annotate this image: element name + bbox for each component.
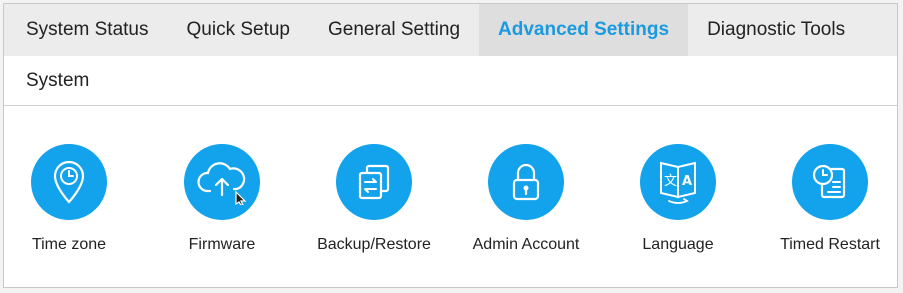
language-book-icon: 文 A bbox=[640, 144, 716, 220]
firmware-item[interactable]: Firmware bbox=[147, 144, 297, 254]
cloud-upload-icon bbox=[184, 144, 260, 220]
admin-account-label: Admin Account bbox=[472, 236, 580, 253]
backup-restore-icon bbox=[336, 144, 412, 220]
admin-account-item[interactable]: Admin Account bbox=[451, 144, 601, 254]
svg-text:文: 文 bbox=[664, 174, 677, 189]
timed-restart-item[interactable]: Timed Restart bbox=[755, 144, 903, 254]
language-label: Language bbox=[642, 236, 714, 253]
tab-general-setting[interactable]: General Setting bbox=[309, 4, 479, 56]
top-tab-bar: System Status Quick Setup General Settin… bbox=[4, 4, 897, 57]
section-header: System bbox=[4, 56, 897, 106]
backup-restore-label: Backup/Restore bbox=[317, 236, 431, 253]
time-zone-item[interactable]: Time zone bbox=[0, 144, 144, 254]
timed-restart-label: Timed Restart bbox=[780, 236, 880, 253]
backup-restore-item[interactable]: Backup/Restore bbox=[299, 144, 449, 254]
settings-panel: System Status Quick Setup General Settin… bbox=[3, 3, 898, 288]
section-title: System bbox=[26, 69, 90, 91]
clock-document-icon bbox=[792, 144, 868, 220]
location-clock-icon bbox=[31, 144, 107, 220]
time-zone-label: Time zone bbox=[31, 236, 107, 253]
tab-system-status[interactable]: System Status bbox=[4, 4, 168, 56]
tab-diagnostic-tools[interactable]: Diagnostic Tools bbox=[688, 4, 864, 56]
lock-icon bbox=[488, 144, 564, 220]
language-item[interactable]: 文 A Language bbox=[603, 144, 753, 254]
tab-quick-setup[interactable]: Quick Setup bbox=[168, 4, 310, 56]
firmware-label: Firmware bbox=[188, 236, 256, 253]
tab-advanced-settings[interactable]: Advanced Settings bbox=[479, 4, 689, 56]
svg-text:A: A bbox=[682, 174, 692, 189]
